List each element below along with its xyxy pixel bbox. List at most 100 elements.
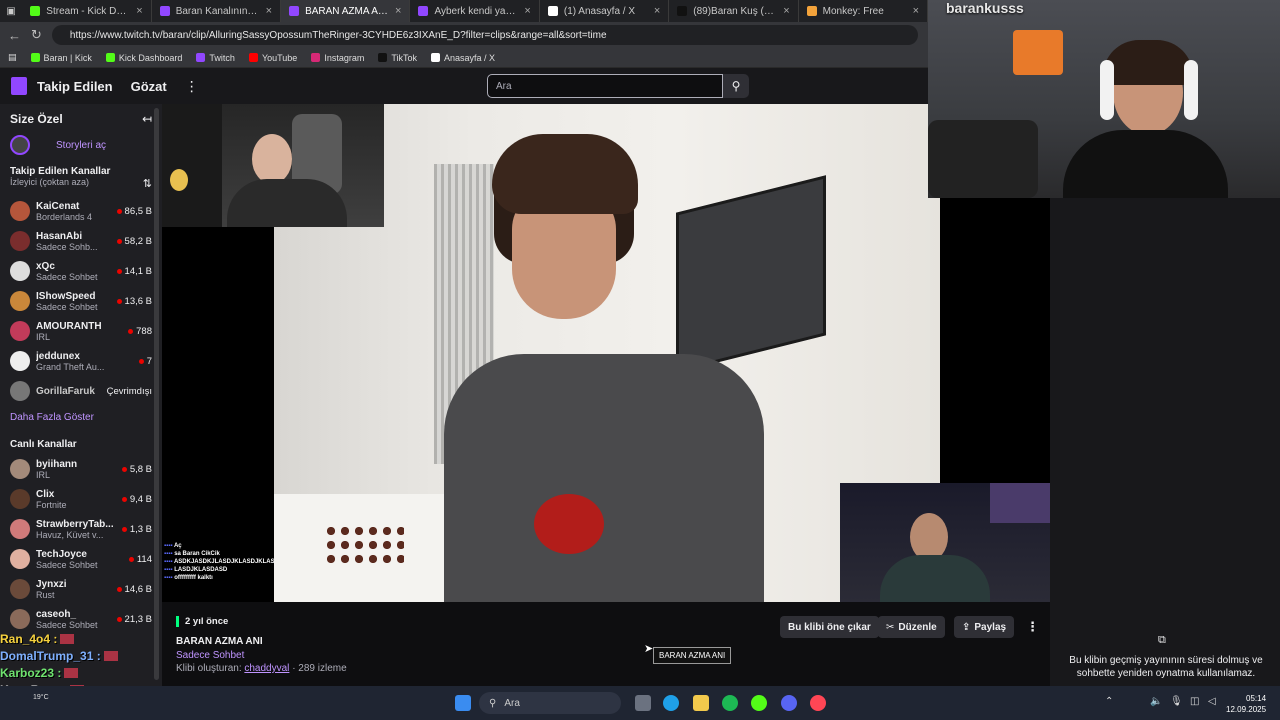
created-by-label: Klibi oluşturan: — [176, 663, 242, 674]
bookmark-icon — [431, 53, 441, 62]
tab-close-icon[interactable]: × — [266, 5, 272, 17]
streamer-face-image — [252, 134, 292, 184]
stories-row[interactable]: Storyleri aç — [0, 130, 162, 160]
browser-tab[interactable]: (89)Baran Kuş (@baranku × — [669, 0, 799, 22]
taskbar-clock[interactable]: 05:14 12.09.2025 — [1226, 693, 1266, 715]
bookmark-item[interactable]: YouTube — [248, 53, 297, 63]
tab-close-icon[interactable]: × — [913, 5, 919, 17]
edit-button[interactable]: ✂ Düzenle — [878, 616, 945, 638]
sidebar-channel[interactable]: jeddunex Grand Theft Au... 7 — [0, 346, 162, 376]
followed-heading: Takip Edilen Kanallar — [0, 160, 162, 177]
feature-clip-button[interactable]: Bu klibi öne çıkar — [780, 616, 879, 638]
browser-tab[interactable]: (1) Anasayfa / X × — [540, 0, 670, 22]
viewer-count: 788 — [136, 325, 152, 337]
start-icon[interactable] — [455, 695, 471, 711]
channel-viewers: 13,6 B — [116, 296, 152, 307]
edge-icon[interactable] — [663, 695, 679, 711]
more-menu-icon[interactable]: ⋮ — [185, 78, 199, 95]
discord-icon[interactable] — [781, 695, 797, 711]
channel-name: xQc — [36, 260, 55, 272]
sidebar-channel[interactable]: Clix Fortnite 9,4 B — [0, 484, 162, 514]
feature-clip-label: Bu klibi öne çıkar — [788, 621, 871, 633]
browser-tab[interactable]: Baran Kanalının Videoları - × — [152, 0, 282, 22]
bookmarks-bar: ▤ Baran | Kick Kick Dashboard Twitch YouTub… — [0, 48, 928, 68]
tray-chevron-icon[interactable]: ⌃ — [1105, 696, 1113, 707]
live-dot-icon — [128, 556, 134, 562]
speaker-icon[interactable]: ◁ — [1208, 696, 1216, 707]
channel-category: Rust — [36, 589, 55, 600]
bookmark-icon — [30, 53, 40, 62]
overlay-chat-text: sa Baran CikCik — [174, 551, 220, 557]
twitch-header: Takip Edilen Gözat ⋮ Ara ⚲ — [0, 68, 1050, 104]
browser-tab[interactable]: Stream - Kick Dashboard × — [22, 0, 152, 22]
game-launcher-icon[interactable] — [810, 695, 826, 711]
bookmark-item[interactable]: Kick Dashboard — [105, 53, 182, 63]
url-field[interactable]: https://www.twitch.tv/baran/clip/Allurin… — [51, 25, 918, 45]
search-icon[interactable]: ⚲ — [723, 74, 749, 98]
sidebar-channel[interactable]: TechJoyce Sadece Sohbet 114 — [0, 544, 162, 574]
browser-menu-icon[interactable]: ▣ — [0, 6, 22, 17]
apps-icon[interactable]: ▤ — [8, 52, 17, 63]
nav-following[interactable]: Takip Edilen — [37, 79, 113, 94]
taskbar-search[interactable]: ⚲ Ara — [479, 692, 621, 714]
fireplace-image — [1013, 30, 1063, 75]
back-icon[interactable]: ← — [8, 28, 21, 43]
chat-panel: ⧉ Bu klibin geçmiş yayınının süresi dolm… — [1050, 198, 1280, 686]
tab-close-icon[interactable]: × — [136, 5, 142, 17]
browser-tab[interactable]: Monkey: Free × — [799, 0, 929, 22]
tab-close-icon[interactable]: × — [654, 5, 660, 17]
overlay-chat-text: LASDJKLASDASD — [174, 567, 228, 573]
sidebar-channel[interactable]: xQc Sadece Sohbet 14,1 B — [0, 256, 162, 286]
reload-icon[interactable]: ↻ — [31, 27, 42, 43]
task-view-icon[interactable] — [635, 695, 651, 711]
sidebar-channel[interactable]: HasanAbi Sadece Sohb... 58,2 B — [0, 226, 162, 256]
viewer-count: 14,1 B — [124, 265, 152, 277]
mic-icon[interactable]: 🎙 — [1170, 696, 1183, 707]
overlay-chat-line: ▪▪▪▪ Aç — [164, 542, 350, 550]
tab-close-icon[interactable]: × — [524, 5, 530, 17]
file-explorer-icon[interactable] — [693, 695, 709, 711]
streamer-shirt-image — [1063, 130, 1228, 198]
live-dot-icon — [116, 238, 122, 244]
app-icon[interactable] — [751, 695, 767, 711]
share-button[interactable]: ⇪ Paylaş — [954, 616, 1015, 638]
channel-name: TechJoyce — [36, 548, 87, 560]
channel-name: jeddunex — [36, 350, 80, 362]
creator-link[interactable]: chaddyval — [244, 663, 289, 674]
sidebar-channel[interactable]: byiihann IRL 5,8 B — [0, 454, 162, 484]
view-count: · 289 izleme — [292, 663, 347, 674]
sidebar-channel[interactable]: IShowSpeed Sadece Sohbet 13,6 B — [0, 286, 162, 316]
tab-close-icon[interactable]: × — [395, 5, 401, 17]
collapse-sidebar-icon[interactable]: ↤ — [142, 112, 152, 126]
person-image — [444, 134, 764, 602]
overlay-chat-line: ▪▪▪▪ ASDKJASDKJLASDJKLASDJKLAS — [164, 558, 350, 566]
nav-browse[interactable]: Gözat — [131, 79, 167, 94]
bookmark-item[interactable]: TikTok — [378, 53, 417, 63]
network-icon[interactable]: ◫ — [1190, 696, 1199, 707]
spotify-icon[interactable] — [722, 695, 738, 711]
show-more-link[interactable]: Daha Fazla Göster — [0, 406, 162, 429]
sidebar-channel[interactable]: StrawberryTab... Havuz, Küvet v... 1,3 B — [0, 514, 162, 544]
sort-icon[interactable]: ⇅ — [143, 177, 152, 190]
sidebar-channel[interactable]: Jynxzi Rust 14,6 B — [0, 574, 162, 604]
sidebar-scrollbar[interactable] — [154, 108, 159, 680]
windows-taskbar: ⚲ Ara 19°C ⌃ 🔈 🎙 ◫ ◁ 05:14 12.09.2025 — [0, 686, 1280, 720]
tab-close-icon[interactable]: × — [783, 5, 789, 17]
webcam-username: barankusss — [946, 0, 1024, 16]
emote-icon — [64, 667, 79, 678]
volume-icon[interactable]: 🔈 — [1150, 696, 1162, 707]
bookmark-item[interactable]: Anasayfa / X — [431, 53, 495, 63]
twitch-logo-icon[interactable] — [11, 77, 27, 95]
sidebar-channel[interactable]: KaiCenat Borderlands 4 86,5 B — [0, 196, 162, 226]
browser-tab[interactable]: BARAN AZMA ANI - Tw × — [281, 0, 411, 22]
browser-tab[interactable]: Ayberk kendi yarr*ğına takı × — [410, 0, 540, 22]
bookmark-item[interactable]: Instagram — [311, 53, 364, 63]
bookmark-item[interactable]: Twitch — [196, 53, 235, 63]
clip-category[interactable]: Sadece Sohbet — [176, 650, 244, 661]
viewer-count: 1,3 B — [129, 523, 152, 535]
bookmark-item[interactable]: Baran | Kick — [30, 53, 92, 63]
more-options-icon[interactable]: ⋮ — [1018, 616, 1047, 638]
search-input[interactable]: Ara — [487, 74, 723, 98]
sidebar-channel[interactable]: AMOURANTH IRL 788 — [0, 316, 162, 346]
channel-offline[interactable]: GorillaFaruk Çevrimdışı — [0, 376, 162, 406]
